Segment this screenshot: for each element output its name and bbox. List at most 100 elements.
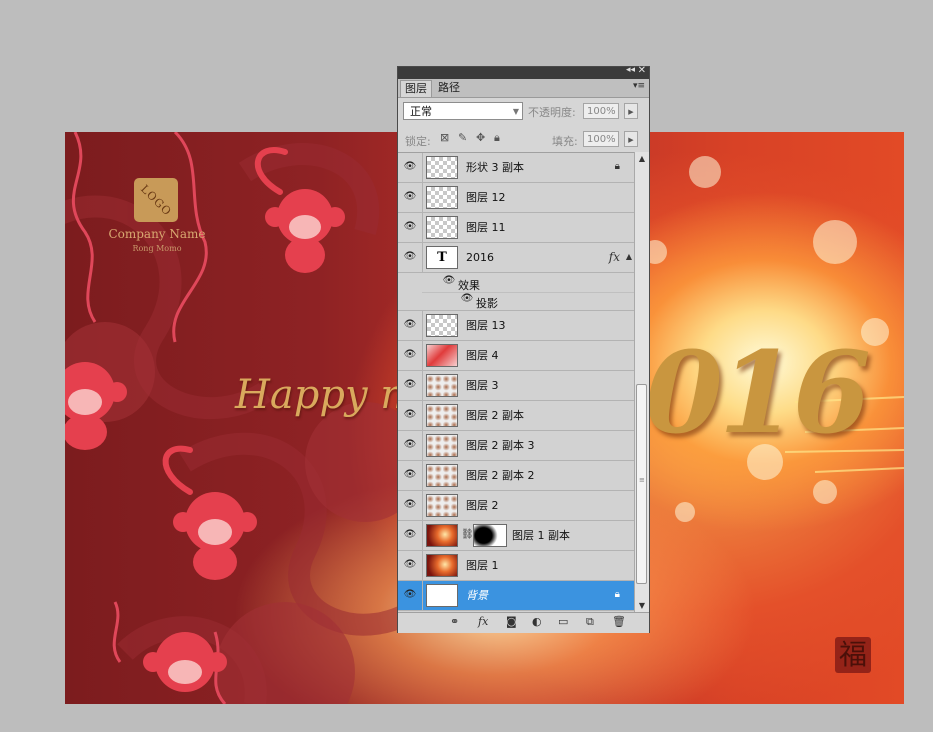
layer-name: 图层 13 (466, 319, 506, 332)
eye-icon[interactable]: 👁︎ (401, 409, 419, 423)
eye-icon[interactable]: 👁︎ (401, 319, 419, 333)
lock-brush-icon[interactable]: ✎ (458, 131, 467, 144)
panel-titlebar[interactable]: ◂◂ ✕ (398, 65, 649, 79)
add-style-icon[interactable]: fx (478, 615, 488, 628)
layer-row-background[interactable]: 👁︎ 背景 🔒︎ (398, 581, 634, 611)
text-layer-thumbnail: T (426, 246, 458, 269)
new-group-icon[interactable]: ▭ (558, 615, 568, 628)
layer-row[interactable]: 👁︎ 图层 2 副本 (398, 401, 634, 431)
lock-transparent-icon[interactable]: ⊠ (440, 131, 449, 144)
layer-thumbnail (426, 494, 458, 517)
layer-row[interactable]: 👁︎ 图层 11 (398, 213, 634, 243)
layer-row[interactable]: 👁︎ 图层 12 (398, 183, 634, 213)
layer-row-masked[interactable]: 👁︎ ⛓︎ 图层 1 副本 (398, 521, 634, 551)
effects-toggle-icon[interactable]: ▲ (626, 252, 632, 261)
layer-thumbnail (426, 216, 458, 239)
company-subtitle: Rong Momo (132, 244, 182, 253)
chevron-down-icon: ▼ (512, 107, 519, 116)
lock-icon: 🔒︎ (614, 161, 620, 172)
layer-row[interactable]: 👁︎ 图层 13 (398, 311, 634, 341)
link-chain-icon[interactable]: ⛓︎ (461, 529, 474, 540)
eye-icon[interactable]: 👁︎ (401, 439, 419, 453)
layer-row[interactable]: 👁︎ 图层 2 (398, 491, 634, 521)
effects-label: 效果 (458, 279, 480, 292)
blend-mode-select[interactable]: 正常 ▼ (403, 102, 523, 120)
eye-icon[interactable]: 👁︎ (401, 499, 419, 513)
eye-icon[interactable]: 👁︎ (401, 251, 419, 265)
logo-text: LOGO (137, 181, 175, 219)
collapse-icon[interactable]: ◂◂ (626, 65, 635, 75)
lock-all-icon[interactable]: 🔒︎ (494, 131, 500, 145)
layer-thumbnail (426, 584, 458, 607)
layer-thumbnail (426, 404, 458, 427)
fu-seal: 福 (835, 637, 871, 673)
eye-icon[interactable]: 👁︎ (440, 275, 458, 289)
layer-thumbnail (426, 186, 458, 209)
scroll-up-icon[interactable]: ▲ (635, 154, 649, 163)
eye-icon[interactable]: 👁︎ (401, 379, 419, 393)
adjustment-layer-icon[interactable]: ◐ (532, 615, 542, 628)
tab-layers[interactable]: 图层 (400, 80, 432, 97)
layer-list-scrollbar[interactable]: ▲ ≡ ▼ (634, 152, 649, 612)
layer-name: 图层 11 (466, 221, 506, 234)
eye-icon[interactable]: 👁︎ (401, 191, 419, 205)
panel-tabs: 图层 路径 ▾≡ (398, 79, 649, 98)
fx-icon: fx (608, 250, 620, 264)
opacity-label: 不透明度: (528, 106, 576, 119)
eye-icon[interactable]: 👁︎ (401, 469, 419, 483)
layer-name: 图层 1 (466, 559, 499, 572)
layer-row[interactable]: 👁︎ 形状 3 副本 🔒︎ (398, 153, 634, 183)
eye-icon[interactable]: 👁︎ (401, 349, 419, 363)
layer-row[interactable]: 👁︎ 图层 2 副本 2 (398, 461, 634, 491)
eye-icon[interactable]: 👁︎ (458, 293, 476, 307)
layer-name: 图层 12 (466, 191, 506, 204)
layer-name: 形状 3 副本 (466, 161, 524, 174)
fill-label: 填充: (552, 135, 578, 148)
opacity-slider-arrow[interactable]: ▶ (624, 103, 638, 119)
scrollbar-thumb[interactable]: ≡ (636, 384, 647, 584)
layer-name: 图层 4 (466, 349, 499, 362)
layer-thumbnail (426, 434, 458, 457)
layer-name: 背景 (466, 589, 488, 602)
eye-icon[interactable]: 👁︎ (401, 589, 419, 603)
layer-row-text[interactable]: 👁︎ T 2016 fx ▲ (398, 243, 634, 273)
drop-shadow-effect[interactable]: 投影 (476, 295, 498, 311)
eye-icon[interactable]: 👁︎ (401, 221, 419, 235)
lock-label: 锁定: (405, 135, 431, 148)
opacity-input[interactable]: 100% (583, 103, 619, 119)
layer-row[interactable]: 👁︎ 图层 4 (398, 341, 634, 371)
layer-name: 2016 (466, 251, 494, 264)
layer-thumbnail (426, 344, 458, 367)
close-icon[interactable]: ✕ (638, 65, 646, 76)
layer-mask-thumbnail[interactable] (473, 524, 507, 547)
layer-effects: 👁︎ 效果 👁︎ 投影 (398, 273, 634, 311)
delete-layer-icon[interactable]: 🗑︎ (612, 615, 626, 628)
layer-thumbnail (426, 314, 458, 337)
layer-name: 图层 1 副本 (512, 529, 570, 542)
fill-slider-arrow[interactable]: ▶ (624, 131, 638, 147)
eye-icon[interactable]: 👁︎ (401, 559, 419, 573)
layer-list: 👁︎ 形状 3 副本 🔒︎ 👁︎ 图层 12 👁︎ 图层 11 👁︎ T 201… (398, 152, 634, 613)
scroll-down-icon[interactable]: ▼ (635, 601, 649, 610)
panel-bottom-toolbar: ⚭ fx ◙ ◐ ▭ ⧉ 🗑︎ (398, 612, 649, 633)
layer-thumbnail (426, 156, 458, 179)
layer-name: 图层 3 (466, 379, 499, 392)
fill-input[interactable]: 100% (583, 131, 619, 147)
eye-icon[interactable]: 👁︎ (401, 161, 419, 175)
add-mask-icon[interactable]: ◙ (506, 615, 517, 628)
layer-row[interactable]: 👁︎ 图层 2 副本 3 (398, 431, 634, 461)
lock-move-icon[interactable]: ✥ (476, 131, 485, 144)
layer-row[interactable]: 👁︎ 图层 3 (398, 371, 634, 401)
new-layer-icon[interactable]: ⧉ (586, 615, 594, 629)
eye-icon[interactable]: 👁︎ (401, 529, 419, 543)
grip-icon: ≡ (639, 476, 645, 484)
tab-paths[interactable]: 路径 (434, 80, 464, 96)
lock-icon: 🔒︎ (614, 589, 620, 600)
panel-menu-icon[interactable]: ▾≡ (633, 81, 645, 91)
layer-row[interactable]: 👁︎ 图层 1 (398, 551, 634, 581)
layer-thumbnail (426, 524, 458, 547)
layer-name: 图层 2 副本 2 (466, 469, 535, 482)
layer-thumbnail (426, 464, 458, 487)
link-layers-icon[interactable]: ⚭ (450, 615, 459, 628)
layer-name: 图层 2 副本 3 (466, 439, 535, 452)
